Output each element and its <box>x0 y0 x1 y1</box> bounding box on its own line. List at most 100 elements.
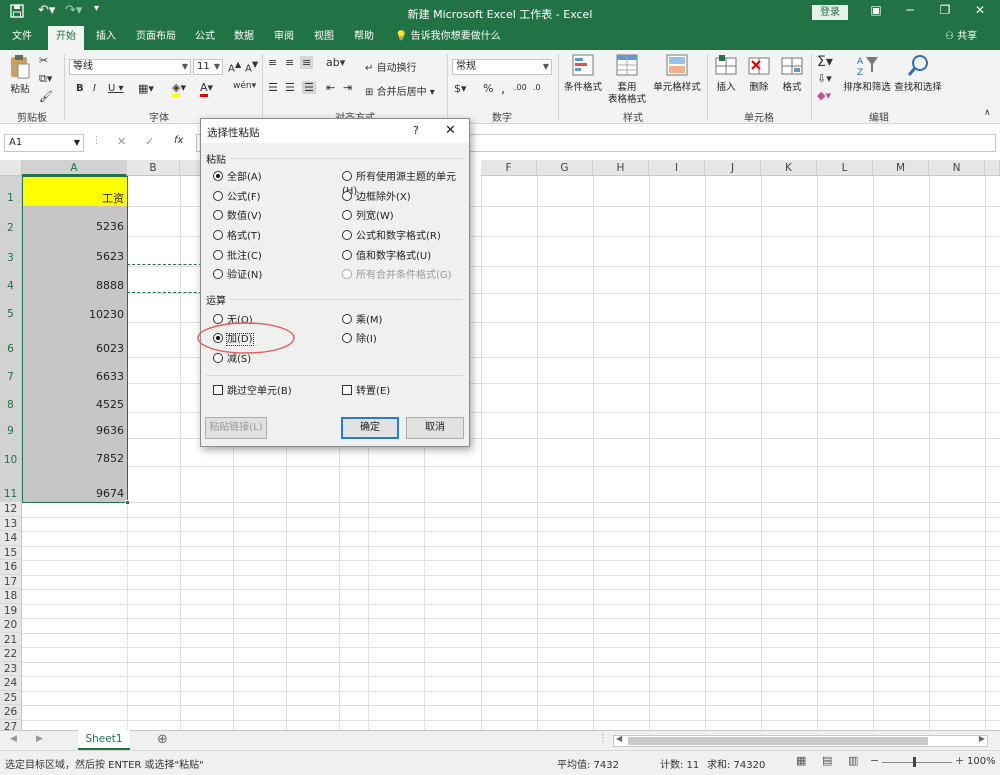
row-header[interactable]: 2 <box>0 206 22 236</box>
paste-option-no-borders[interactable]: 边框除外(X) <box>342 191 411 205</box>
worksheet-grid[interactable]: A B C D E F F G H I J K L M N 1 2 3 4 5 … <box>0 160 1000 730</box>
wrap-text-button[interactable]: ↵ 自动换行 <box>365 59 417 74</box>
tab-file[interactable]: 文件 <box>6 26 38 50</box>
fill-color-icon[interactable]: ◈▾ <box>172 81 186 97</box>
conditional-format-button[interactable]: 条件格式 <box>561 54 605 94</box>
orientation-icon[interactable]: ab▾ <box>326 56 345 69</box>
cancel-button[interactable]: 取消 <box>406 417 464 439</box>
align-right-icon[interactable]: ☰ <box>302 81 316 94</box>
page-layout-view-icon[interactable]: ▤ <box>822 754 832 767</box>
zoom-slider[interactable] <box>882 762 952 763</box>
column-header[interactable]: F <box>481 160 537 176</box>
autosum-icon[interactable]: Σ▾ <box>817 54 833 70</box>
font-color-icon[interactable]: A▾ <box>200 81 213 97</box>
row-header[interactable]: 19 <box>0 603 22 618</box>
align-middle-icon[interactable]: ≡ <box>285 56 294 69</box>
tab-view[interactable]: 视图 <box>308 26 340 50</box>
currency-icon[interactable]: $▾ <box>454 82 467 95</box>
paste-option-all[interactable]: 全部(A) <box>213 171 262 185</box>
tab-home[interactable]: 开始 <box>48 26 84 50</box>
column-header[interactable]: N <box>929 160 985 176</box>
bold-icon[interactable]: B <box>76 83 84 94</box>
row-header[interactable]: 25 <box>0 690 22 705</box>
row-header[interactable]: 11 <box>0 466 22 502</box>
cell-a9[interactable]: 9636 <box>22 424 127 437</box>
help-icon[interactable]: ? <box>413 124 419 137</box>
row-header[interactable]: 6 <box>0 322 22 357</box>
sheet-tab-sheet1[interactable]: Sheet1 <box>78 730 130 750</box>
row-header[interactable]: 7 <box>0 357 22 383</box>
transpose-checkbox[interactable]: 转置(E) <box>342 385 390 399</box>
cut-icon[interactable]: ✂ <box>39 54 48 67</box>
zoom-slider-thumb[interactable] <box>913 757 916 767</box>
paste-option-formulas-number-formats[interactable]: 公式和数字格式(R) <box>342 230 441 244</box>
format-cells-button[interactable]: 格式 <box>776 54 808 94</box>
format-as-table-button[interactable]: 套用 表格格式 <box>605 54 649 106</box>
increase-indent-icon[interactable]: ⇥ <box>343 81 352 94</box>
collapse-ribbon-icon[interactable]: ∧ <box>984 108 991 118</box>
row-header[interactable]: 20 <box>0 618 22 633</box>
paste-option-source-theme[interactable]: 所有使用源主题的单元(H) <box>342 171 469 197</box>
name-box[interactable]: A1 ▼ <box>4 134 84 152</box>
format-painter-icon[interactable]: 🖌 <box>39 90 53 103</box>
row-header[interactable]: 18 <box>0 589 22 604</box>
cell-a11[interactable]: 9674 <box>22 487 127 500</box>
clear-icon[interactable]: ◆▾ <box>817 89 831 102</box>
column-header[interactable]: K <box>761 160 817 176</box>
row-header[interactable]: 9 <box>0 412 22 438</box>
ok-button[interactable]: 确定 <box>341 417 399 439</box>
cell-a8[interactable]: 4525 <box>22 398 127 411</box>
insert-function-icon[interactable]: fx <box>174 135 183 146</box>
paste-option-formulas[interactable]: 公式(F) <box>213 191 261 205</box>
comma-icon[interactable]: , <box>501 82 505 97</box>
ribbon-display-icon[interactable]: ▣ <box>866 3 886 17</box>
horizontal-scrollbar[interactable]: ◀ ▶ <box>613 734 988 747</box>
find-select-button[interactable]: 查找和选择 <box>893 54 943 94</box>
cell-a3[interactable]: 5623 <box>22 250 127 263</box>
delete-cells-button[interactable]: 删除 <box>743 54 775 94</box>
select-all-corner[interactable] <box>0 160 22 176</box>
number-format-combo[interactable]: 常规 ▼ <box>452 59 552 75</box>
column-header[interactable]: M <box>873 160 929 176</box>
scroll-left-icon[interactable]: ◀ <box>10 734 17 744</box>
cell-a4[interactable]: 8888 <box>22 279 127 292</box>
row-header[interactable]: 16 <box>0 560 22 575</box>
tab-help[interactable]: 帮助 <box>348 26 380 50</box>
column-header[interactable]: I <box>649 160 705 176</box>
fill-icon[interactable]: ⇩▾ <box>817 72 832 85</box>
row-header[interactable]: 23 <box>0 661 22 676</box>
login-button[interactable]: 登录 <box>812 5 848 20</box>
row-header[interactable]: 3 <box>0 236 22 266</box>
row-header[interactable]: 24 <box>0 676 22 691</box>
sort-filter-button[interactable]: AZ 排序和筛选 <box>842 54 892 94</box>
share-button[interactable]: ⚇ 共享 <box>945 26 977 50</box>
cell-a2[interactable]: 5236 <box>22 220 127 233</box>
tab-review[interactable]: 审阅 <box>268 26 300 50</box>
paste-option-column-widths[interactable]: 列宽(W) <box>342 210 394 224</box>
decrease-decimal-icon[interactable]: .0 <box>533 83 541 92</box>
decrease-font-icon[interactable]: A▼ <box>245 59 258 74</box>
increase-decimal-icon[interactable]: .00 <box>514 83 527 92</box>
font-size-combo[interactable]: 11 ▼ <box>193 59 223 75</box>
paste-option-formats[interactable]: 格式(T) <box>213 230 261 244</box>
align-left-icon[interactable]: ☰ <box>268 81 278 94</box>
normal-view-icon[interactable]: ▦ <box>796 754 806 767</box>
scroll-left-icon[interactable]: ◀ <box>616 734 622 743</box>
operation-multiply[interactable]: 乘(M) <box>342 314 382 328</box>
scroll-right-icon[interactable]: ▶ <box>979 734 985 743</box>
scrollbar-thumb[interactable] <box>628 737 928 745</box>
increase-font-icon[interactable]: A▲ <box>228 59 241 74</box>
zoom-out-icon[interactable]: − <box>870 754 879 767</box>
operation-divide[interactable]: 除(I) <box>342 333 377 347</box>
row-header[interactable]: 8 <box>0 383 22 412</box>
scroll-right-icon[interactable]: ▶ <box>36 734 43 744</box>
zoom-level[interactable]: 100% <box>967 756 996 767</box>
column-header[interactable]: A <box>22 160 127 176</box>
column-header[interactable]: L <box>817 160 873 176</box>
paste-option-validation[interactable]: 验证(N) <box>213 269 262 283</box>
row-header[interactable]: 27 <box>0 719 22 730</box>
add-sheet-icon[interactable]: ⊕ <box>157 732 168 747</box>
row-header[interactable]: 26 <box>0 705 22 720</box>
maximize-icon[interactable]: ❐ <box>935 3 955 17</box>
cell-a5[interactable]: 10230 <box>22 308 127 321</box>
